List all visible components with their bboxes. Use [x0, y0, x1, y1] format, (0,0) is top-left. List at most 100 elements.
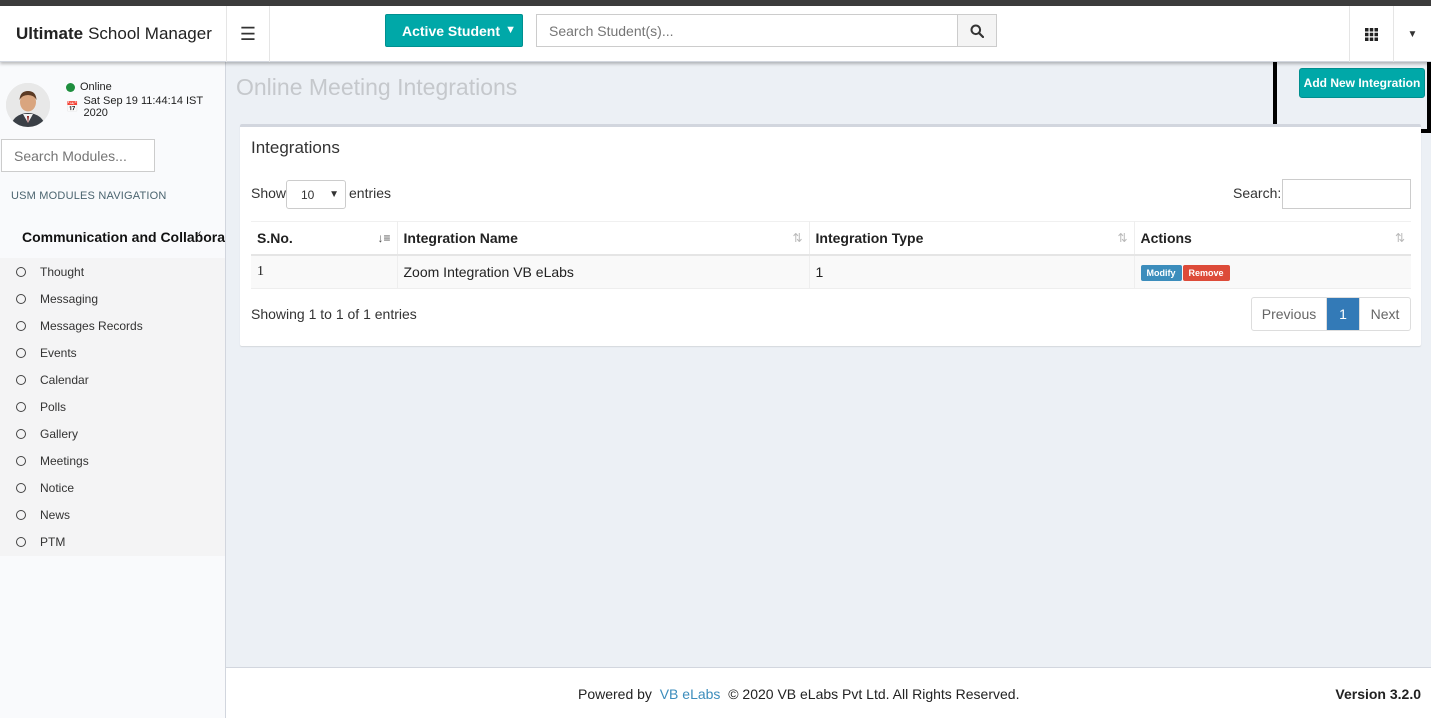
sidebar-item-news[interactable]: News — [0, 501, 225, 528]
page-1-button[interactable]: 1 — [1327, 298, 1359, 330]
sidebar-item-label: Messages Records — [40, 318, 143, 333]
powered-by-label: Powered by — [578, 686, 652, 702]
sidebar-item-label: Messaging — [40, 291, 99, 306]
cell-integration-name: Zoom Integration VB eLabs — [397, 254, 810, 289]
online-status: Online — [66, 81, 112, 93]
search-icon — [970, 24, 984, 38]
chevron-icon: ‹ — [198, 228, 202, 239]
student-filter-label: Active Student — [402, 22, 501, 39]
sidebar-item-label: Gallery — [40, 426, 79, 441]
cell-actions: Modify Remove — [1134, 254, 1411, 289]
circle-icon — [16, 266, 26, 277]
apps-grid-button[interactable] — [1349, 6, 1393, 62]
sidebar-item-polls[interactable]: Polls — [0, 393, 225, 420]
cell-integration-type: 1 — [809, 254, 1135, 289]
sidebar-item-label: Thought — [40, 264, 85, 279]
column-header-integration-type[interactable]: Integration Type ⇅ — [809, 221, 1135, 256]
sidebar-toggle-button[interactable]: ☰ — [226, 6, 270, 62]
chevron-down-icon: ▼ — [329, 189, 339, 200]
hamburger-icon: ☰ — [239, 23, 257, 44]
module-search-input[interactable] — [1, 139, 155, 172]
circle-icon — [16, 482, 26, 493]
circle-icon — [16, 509, 26, 520]
next-page-button[interactable]: Next — [1359, 298, 1410, 330]
circle-icon — [16, 320, 26, 331]
sidebar-item-events[interactable]: Events — [0, 339, 225, 366]
page-length-value: 10 — [301, 187, 315, 202]
calendar-icon: 📅 — [66, 101, 79, 113]
circle-icon — [16, 293, 26, 304]
sidebar-item-messaging[interactable]: Messaging — [0, 285, 225, 312]
sidebar-item-label: News — [40, 507, 71, 522]
table-row: 1 Zoom Integration VB eLabs 1 Modify Remo… — [251, 254, 1411, 289]
avatar — [6, 83, 50, 127]
column-header-integration-name[interactable]: Integration Name ⇅ — [397, 221, 810, 256]
sidebar-item-messages-records[interactable]: Messages Records — [0, 312, 225, 339]
user-panel: Online 📅 Sat Sep 19 11:44:14 IST 2020 — [6, 80, 221, 130]
sidebar-item-label: PTM — [40, 534, 66, 549]
sidebar-item-notice[interactable]: Notice — [0, 474, 225, 501]
user-menu-button[interactable]: ▼ — [1393, 6, 1431, 62]
sidebar: Online 📅 Sat Sep 19 11:44:14 IST 2020 US… — [0, 62, 226, 718]
sidebar-item-gallery[interactable]: Gallery — [0, 420, 225, 447]
table-search-input[interactable] — [1282, 179, 1411, 209]
chevron-down-icon: ▼ — [505, 24, 516, 36]
previous-page-button[interactable]: Previous — [1252, 298, 1327, 330]
add-new-integration-button[interactable]: Add New Integration — [1299, 68, 1425, 98]
student-search-input[interactable] — [536, 14, 958, 47]
sidebar-item-label: Polls — [40, 399, 67, 414]
column-header-actions[interactable]: Actions ⇅ — [1134, 221, 1411, 256]
sidebar-item-thought[interactable]: Thought — [0, 258, 225, 285]
sidebar-item-label: Notice — [40, 480, 75, 495]
column-header-sno[interactable]: S.No. ↓≡ — [251, 221, 398, 256]
remove-button[interactable]: Remove — [1182, 264, 1230, 281]
company-link[interactable]: VB eLabs — [660, 686, 721, 702]
table-search-label: Search: — [1233, 185, 1282, 201]
menu-group-label: Communication and Collaboration — [22, 229, 225, 245]
student-filter-dropdown[interactable]: Active Student ▼ — [385, 14, 523, 47]
footer: Powered by VB eLabs © 2020 VB eLabs Pvt … — [226, 667, 1431, 718]
sidebar-item-ptm[interactable]: PTM — [0, 528, 225, 555]
circle-icon — [16, 347, 26, 358]
sidebar-item-label: Events — [40, 345, 77, 360]
app-title-rest: School Manager — [88, 24, 212, 43]
circle-icon — [16, 428, 26, 439]
datetime-label: Sat Sep 19 11:44:14 IST 2020 — [83, 95, 203, 119]
sort-icon: ⇅ — [1117, 231, 1128, 245]
entries-label: entries — [349, 185, 392, 201]
sub-menu: Thought Messaging Messages Records Event… — [0, 258, 225, 556]
footer-credits: Powered by VB eLabs © 2020 VB eLabs Pvt … — [578, 686, 1019, 702]
top-header: Ultimate School Manager ☰ Active Student… — [0, 6, 1431, 62]
nav-header: USM MODULES NAVIGATION — [11, 190, 167, 202]
table-info: Showing 1 to 1 of 1 entries — [251, 306, 417, 322]
column-label: Actions — [1140, 229, 1192, 246]
app-logo[interactable]: Ultimate School Manager — [0, 6, 226, 62]
page-length-select[interactable]: 10 ▼ — [286, 180, 346, 209]
sidebar-item-meetings[interactable]: Meetings — [0, 447, 225, 474]
column-label: Integration Type — [815, 229, 924, 246]
column-label: Integration Name — [403, 229, 518, 246]
copyright-text: © 2020 VB eLabs Pvt Ltd. All Rights Rese… — [728, 686, 1020, 702]
sort-asc-icon: ↓≡ — [377, 231, 391, 245]
online-dot-icon — [66, 82, 75, 92]
column-label: S.No. — [257, 229, 293, 246]
integrations-box: Integrations Show 10 ▼ entries Search: S… — [240, 124, 1421, 346]
menu-group-communication[interactable]: Communication and Collaboration ‹ — [0, 222, 225, 252]
circle-icon — [16, 401, 26, 412]
sort-icon: ⇅ — [1394, 231, 1405, 245]
student-search-button[interactable] — [957, 14, 997, 47]
integrations-table: S.No. ↓≡ Integration Name ⇅ Integration Ty… — [251, 221, 1411, 289]
page-title: Online Meeting Integrations — [236, 74, 518, 100]
cell-sno: 1 — [251, 254, 398, 289]
avatar-image — [6, 83, 50, 127]
sidebar-item-label: Meetings — [40, 453, 89, 468]
grid-icon — [1365, 27, 1378, 41]
sidebar-item-calendar[interactable]: Calendar — [0, 366, 225, 393]
circle-icon — [16, 374, 26, 385]
show-label: Show — [251, 185, 287, 201]
sidebar-item-label: Calendar — [40, 372, 89, 387]
modify-button[interactable]: Modify — [1140, 264, 1182, 281]
version-label: Version 3.2.0 — [1335, 686, 1421, 702]
app-title-bold: Ultimate — [16, 24, 84, 43]
pagination: Previous 1 Next — [1251, 297, 1411, 331]
